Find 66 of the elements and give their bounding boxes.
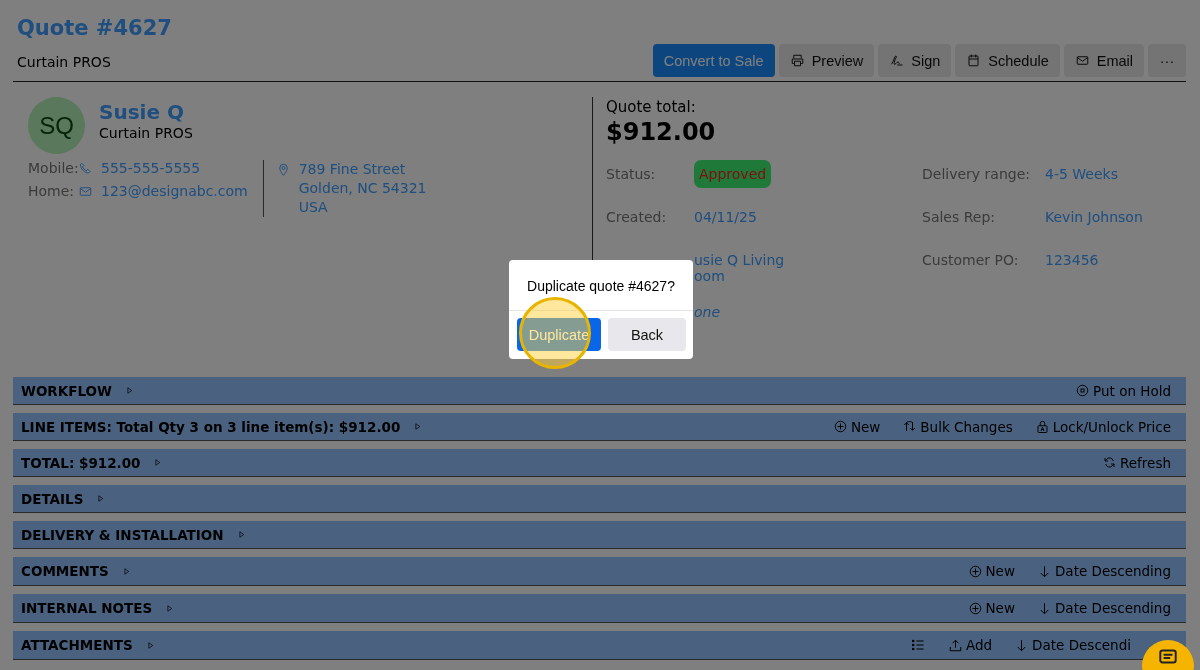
toolbar-button[interactable]: Schedule: [955, 44, 1060, 77]
section-action[interactable]: Bulk Changes: [902, 418, 1013, 435]
section-action[interactable]: Refresh: [1102, 454, 1171, 471]
convert-to-sale-button[interactable]: Convert to Sale: [652, 44, 775, 77]
refresh-icon: [1102, 455, 1117, 470]
section-action[interactable]: Date Descending: [1036, 563, 1171, 579]
envelope-icon: [1074, 53, 1090, 68]
section-toggle[interactable]: WORKFLOW: [21, 382, 135, 399]
field-value-link[interactable]: one: [694, 298, 721, 320]
dialog-message: Duplicate quote #4627?: [509, 260, 693, 311]
contact-link[interactable]: 123@designabc.com: [101, 183, 248, 199]
address-link[interactable]: 789 Fine Street Golden, NC 54321 USA: [298, 160, 427, 217]
field-value-link[interactable]: 04/11/25: [694, 203, 757, 225]
more-button[interactable]: ···: [1148, 44, 1186, 77]
contact-label: Mobile:: [28, 160, 78, 176]
printer-icon: [789, 53, 805, 68]
section-toggle[interactable]: LINE ITEMS: Total Qty 3 on 3 line item(s): $912.00: [21, 418, 424, 435]
status-badge: Approved: [694, 160, 772, 188]
company-name: Curtain PROS: [17, 54, 111, 72]
back-button[interactable]: Back: [608, 318, 686, 351]
field-label: Sales Rep:: [922, 208, 997, 225]
field-label: Customer PO:: [922, 251, 1020, 268]
section-action[interactable]: Date Descending: [1036, 600, 1171, 616]
section-action[interactable]: New: [832, 418, 881, 435]
section-toggle[interactable]: ATTACHMENTS: [21, 637, 156, 653]
toolbar-button[interactable]: Sign: [878, 44, 952, 77]
calendar-icon: [966, 53, 982, 68]
contact-label: Home:: [28, 183, 76, 199]
section-action[interactable]: New: [967, 600, 1015, 616]
section-action[interactable]: Lock/Unlock Price: [1034, 418, 1171, 435]
toolbar-button[interactable]: Preview: [778, 44, 875, 77]
quote-total-amount: $912.00: [606, 118, 717, 146]
section-action[interactable]: New: [967, 563, 1015, 579]
plus-circle-icon: [832, 419, 848, 434]
phone-icon: [78, 160, 93, 176]
section-action[interactable]: Add: [947, 637, 993, 653]
field-value-link[interactable]: Kevin Johnson: [1045, 203, 1143, 225]
field-label: Delivery range:: [922, 165, 1031, 182]
lock-icon: [1034, 419, 1050, 434]
swap-arrows-icon: [902, 419, 918, 434]
customer-name-link[interactable]: Susie Q: [99, 100, 193, 124]
section-toggle[interactable]: INTERNAL NOTES: [21, 600, 176, 616]
field-label: Created:: [606, 208, 668, 225]
toolbar-button[interactable]: Email: [1063, 44, 1144, 77]
section-toggle[interactable]: DETAILS: [21, 490, 107, 507]
avatar: SQ: [28, 97, 85, 154]
quote-total-label: Quote total:: [606, 98, 697, 116]
stop-circle-icon: [1075, 383, 1091, 398]
field-value-link[interactable]: 123456: [1045, 246, 1099, 268]
section-toggle[interactable]: DELIVERY & INSTALLATION: [21, 526, 247, 543]
duplicate-button[interactable]: Duplicate: [517, 318, 601, 351]
section-action[interactable]: Put on Hold: [1075, 382, 1171, 399]
upload-icon: [947, 637, 963, 653]
field-value-link[interactable]: usie Q Living oom: [694, 246, 785, 284]
section-toggle[interactable]: COMMENTS: [21, 563, 132, 579]
field-label: Status:: [606, 165, 657, 182]
signature-icon: [889, 53, 905, 68]
customer-company: Curtain PROS: [99, 125, 193, 141]
plus-circle-icon: [967, 600, 983, 616]
contact-link[interactable]: 555-555-5555: [101, 160, 201, 176]
field-value-link[interactable]: 4-5 Weeks: [1045, 160, 1118, 182]
quote-title: Quote #4627: [16, 16, 173, 42]
plus-circle-icon: [967, 563, 983, 579]
section-toggle[interactable]: TOTAL: $912.00: [21, 454, 164, 471]
list-icon[interactable]: [909, 637, 926, 653]
section-action[interactable]: Date Descendi: [1014, 637, 1131, 653]
